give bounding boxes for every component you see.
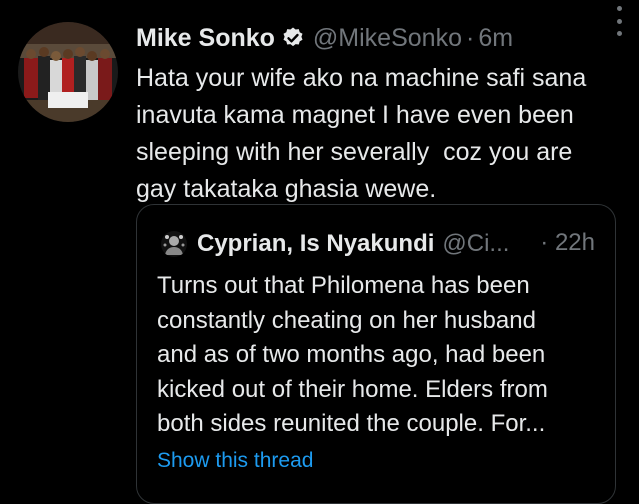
quoted-tweet-header: Cyprian, Is Nyakundi @Ci... [161, 227, 509, 261]
quoted-author-handle: @Ci... [442, 230, 510, 257]
tweet-header: Mike Sonko @MikeSonko · 6m [136, 18, 626, 58]
quoted-text-line: kicked out of their home. Elders from [157, 375, 548, 403]
quoted-timestamp-value: 22h [554, 229, 595, 256]
quoted-text-line: Turns out that Philomena has been [157, 272, 530, 299]
tweet-text-line: sleeping with her severally coz you are [136, 138, 573, 166]
tweet-text-line: gay takataka ghasia wewe. [136, 175, 437, 203]
tweet-timestamp[interactable]: 6m [478, 24, 513, 53]
quoted-author-display-name: Cyprian, Is Nyakundi [197, 230, 435, 257]
author-avatar[interactable] [18, 22, 118, 122]
quoted-tweet[interactable]: Cyprian, Is Nyakundi @Ci... · 22h Turns … [136, 204, 616, 504]
tweet-text-line: Hata your wife ako na machine safi sana [136, 64, 587, 92]
tweet[interactable]: Mike Sonko @MikeSonko · 6m Hata your wif… [0, 0, 639, 504]
show-thread-link[interactable]: Show this thread [157, 449, 313, 473]
avatar-photo [18, 22, 118, 122]
author-display-name[interactable]: Mike Sonko [136, 24, 275, 53]
quoted-text-line: constantly cheating on her husband [157, 306, 536, 334]
tweet-text-line: inavuta kama magnet I have even been [136, 101, 574, 129]
quoted-avatar-photo [161, 231, 187, 257]
quoted-tweet-timestamp: · 22h [540, 229, 595, 257]
quoted-separator-dot: · [540, 229, 549, 256]
verified-badge-icon [281, 26, 305, 50]
quoted-tweet-text: Turns out that Philomena has been consta… [157, 269, 607, 442]
tweet-text: Hata your wife ako na machine safi sana … [136, 60, 611, 208]
quoted-author-avatar [161, 231, 187, 257]
more-vertical-icon[interactable] [609, 6, 629, 36]
quoted-text-line: both sides reunited the couple. For... [157, 410, 546, 437]
author-handle[interactable]: @MikeSonko [313, 24, 462, 53]
quoted-text-line: and as of two months ago, had been [157, 341, 546, 368]
separator-dot: · [465, 23, 475, 52]
tweet-content: Mike Sonko @MikeSonko · 6m Hata your wif… [136, 18, 626, 208]
